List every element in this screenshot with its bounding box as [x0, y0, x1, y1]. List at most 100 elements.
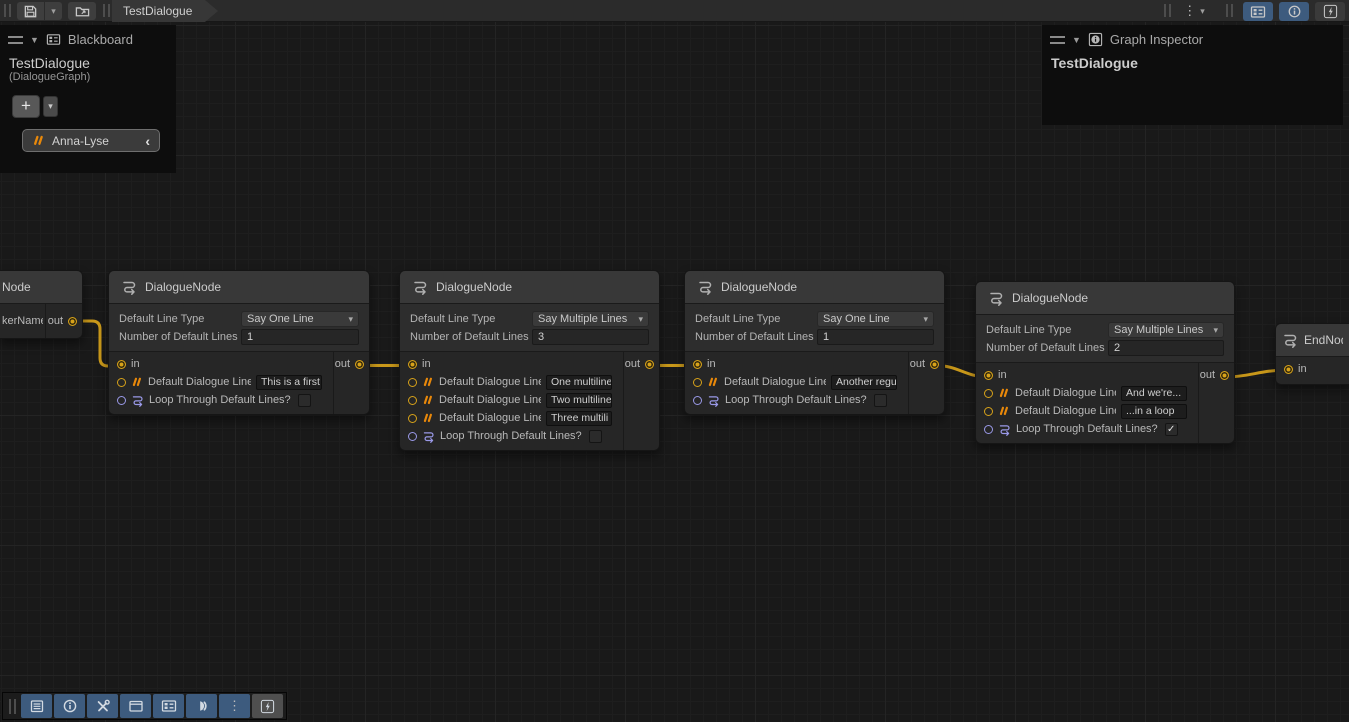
dialogue-line-port[interactable]: [693, 378, 702, 387]
dialogue-line-port[interactable]: [408, 396, 417, 405]
dialogue-node-1[interactable]: DialogueNode Default Line Type Say One L…: [108, 270, 370, 415]
node-title: DialogueNode: [721, 280, 797, 294]
dialogue-line-input[interactable]: Another regu: [831, 375, 897, 390]
save-options-button[interactable]: ▾: [45, 2, 62, 20]
dialogue-line-input[interactable]: Two multiline: [546, 393, 612, 408]
out-port[interactable]: [1220, 371, 1229, 380]
toolbar-drag-handle[interactable]: [9, 699, 16, 714]
blackboard-field-anna-lyse[interactable]: Anna-Lyse ‹: [22, 129, 160, 152]
in-port[interactable]: [693, 360, 702, 369]
line-type-dropdown[interactable]: Say Multiple Lines ▾: [1108, 322, 1224, 338]
node-title: EndNode: [1304, 333, 1343, 347]
toolbar-options-button[interactable]: ⋮ ▾: [1177, 2, 1211, 20]
dialogue-node-4[interactable]: DialogueNode Default Line Type Say Multi…: [975, 281, 1235, 444]
loop-checkbox[interactable]: [298, 394, 311, 407]
out-port[interactable]: [645, 360, 654, 369]
node-title: DialogueNode: [145, 280, 221, 294]
toolbar-drag-handle[interactable]: [1226, 4, 1233, 17]
dialogue-node-2[interactable]: DialogueNode Default Line Type Say Multi…: [399, 270, 660, 451]
in-port[interactable]: [1284, 365, 1293, 374]
add-property-caret[interactable]: ▾: [43, 96, 58, 117]
toggle-blackboard-button[interactable]: [1243, 2, 1273, 21]
loop-port[interactable]: [117, 396, 126, 405]
dialogue-node-icon: [697, 279, 713, 295]
dialogue-line-label: Default Dialogue Line: [148, 376, 251, 388]
num-lines-input[interactable]: 1: [241, 329, 359, 345]
open-asset-button[interactable]: [68, 2, 96, 20]
add-property-button[interactable]: +: [12, 95, 40, 118]
graph-tool-button[interactable]: [1315, 2, 1345, 21]
console-panel-button[interactable]: [21, 694, 52, 718]
dialogue-line-input[interactable]: This is a first: [256, 375, 322, 390]
node-header[interactable]: DialogueNode: [109, 271, 369, 304]
in-port[interactable]: [408, 360, 417, 369]
loop-port[interactable]: [693, 396, 702, 405]
toggle-inspector-button[interactable]: [1279, 2, 1309, 21]
loop-icon: [998, 423, 1011, 436]
node-header[interactable]: DialogueNode: [685, 271, 944, 304]
loop-label: Loop Through Default Lines?: [725, 394, 867, 406]
num-lines-input[interactable]: 3: [532, 329, 649, 345]
node-header[interactable]: Node: [0, 271, 82, 304]
node-header[interactable]: DialogueNode: [976, 282, 1234, 315]
out-port-label: out: [48, 315, 63, 327]
graph-tab[interactable]: TestDialogue: [112, 0, 218, 22]
num-lines-input[interactable]: 1: [817, 329, 934, 345]
drag-handle-icon[interactable]: [8, 36, 23, 44]
dialogue-line-label: Default Dialogue Line 3: [439, 412, 541, 424]
loop-checkbox[interactable]: [874, 394, 887, 407]
drag-handle-icon[interactable]: [1050, 36, 1065, 44]
loop-port[interactable]: [984, 425, 993, 434]
end-node[interactable]: EndNode in: [1275, 323, 1349, 385]
dialogue-line-port[interactable]: [408, 378, 417, 387]
loop-port[interactable]: [408, 432, 417, 441]
num-lines-input[interactable]: 2: [1108, 340, 1224, 356]
dialogue-line-port[interactable]: [984, 407, 993, 416]
more-options-button[interactable]: ⋮: [219, 694, 250, 718]
dialogue-line-port[interactable]: [984, 389, 993, 398]
start-node-partial[interactable]: Node kerName out: [0, 270, 83, 339]
spark-tool-icon: [260, 699, 275, 714]
tools-panel-button[interactable]: [87, 694, 118, 718]
foldout-icon[interactable]: ▼: [30, 35, 39, 45]
loop-checkbox[interactable]: [589, 430, 602, 443]
loop-label: Loop Through Default Lines?: [1016, 423, 1158, 435]
quote-icon: [998, 387, 1010, 399]
window-panel-button[interactable]: [120, 694, 151, 718]
collapse-chevron-icon[interactable]: ‹: [145, 133, 150, 149]
dialogue-line-input[interactable]: Three multili: [546, 411, 612, 426]
loop-checkbox-checked[interactable]: ✓: [1165, 423, 1178, 436]
out-port[interactable]: [355, 360, 364, 369]
dialogue-node-3[interactable]: DialogueNode Default Line Type Say One L…: [684, 270, 945, 415]
dialogue-preview-button[interactable]: [186, 694, 217, 718]
graph-canvas[interactable]: Node kerName out DialogueNode Default Li…: [0, 0, 1349, 722]
num-lines-value: 2: [1114, 342, 1120, 354]
in-port[interactable]: [984, 371, 993, 380]
blackboard-panel-button[interactable]: [153, 694, 184, 718]
toolbar-drag-handle[interactable]: [1164, 4, 1171, 17]
blackboard-panel[interactable]: ▼ Blackboard TestDialogue (DialogueGraph…: [0, 25, 176, 173]
speech-icon: [194, 698, 210, 714]
out-port-label: out: [1200, 369, 1215, 381]
toolbar-drag-handle[interactable]: [4, 4, 11, 17]
save-button[interactable]: [17, 2, 44, 20]
out-port[interactable]: [68, 317, 77, 326]
out-port[interactable]: [930, 360, 939, 369]
node-header[interactable]: EndNode: [1276, 324, 1349, 357]
graph-tool-button[interactable]: [252, 694, 283, 718]
foldout-icon[interactable]: ▼: [1072, 35, 1081, 45]
in-port[interactable]: [117, 360, 126, 369]
line-type-dropdown[interactable]: Say Multiple Lines ▾: [532, 311, 649, 327]
dialogue-line-input[interactable]: ...in a loop: [1121, 404, 1187, 419]
line-type-dropdown[interactable]: Say One Line ▾: [241, 311, 359, 327]
line-type-dropdown[interactable]: Say One Line ▾: [817, 311, 934, 327]
dialogue-line-input[interactable]: One multiline: [546, 375, 612, 390]
dialogue-line-port[interactable]: [117, 378, 126, 387]
node-title: Node: [2, 280, 31, 294]
node-header[interactable]: DialogueNode: [400, 271, 659, 304]
inspector-panel-button[interactable]: [54, 694, 85, 718]
dialogue-line-port[interactable]: [408, 414, 417, 423]
dialogue-line-input[interactable]: And we're...: [1121, 386, 1187, 401]
graph-inspector-panel[interactable]: ▼ Graph Inspector TestDialogue: [1042, 25, 1343, 125]
toolbar-drag-handle[interactable]: [103, 4, 110, 17]
